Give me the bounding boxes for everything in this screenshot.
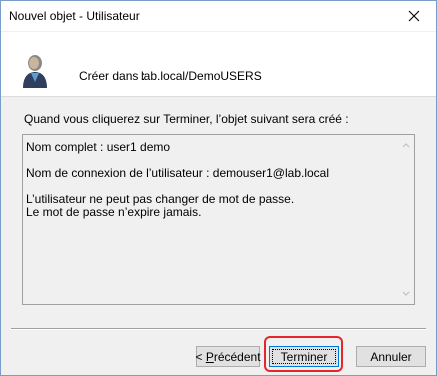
- header-panel: Créer dans : lab.local/DemoUSERS: [1, 32, 436, 96]
- header-divider: [1, 96, 436, 97]
- title-bar[interactable]: Nouvel objet - Utilisateur: [1, 1, 436, 31]
- cancel-button[interactable]: Annuler: [356, 346, 426, 367]
- create-in-label: Créer dans :: [79, 69, 146, 83]
- summary-textbox[interactable]: Nom complet : user1 demo Nom de connexio…: [22, 134, 415, 305]
- window-title: Nouvel objet - Utilisateur: [9, 9, 140, 23]
- finish-button[interactable]: Terminer: [269, 346, 339, 367]
- close-icon: [408, 10, 420, 22]
- summary-intro-text: Quand vous cliquerez sur Terminer, l’obj…: [24, 112, 349, 126]
- close-button[interactable]: [392, 1, 436, 31]
- dialog-window: Nouvel objet - Utilisateur Créer dans : …: [0, 0, 437, 376]
- summary-content: Nom complet : user1 demo Nom de connexio…: [26, 140, 330, 219]
- previous-label-rest: récédent: [213, 349, 261, 364]
- scroll-down-arrow-icon[interactable]: [402, 290, 410, 298]
- vertical-scrollbar[interactable]: [398, 135, 414, 304]
- previous-button[interactable]: < Précédent: [195, 346, 261, 367]
- focus-rectangle: [272, 349, 336, 364]
- cancel-label: Annuler: [370, 349, 412, 364]
- user-icon: [23, 55, 47, 88]
- scroll-up-arrow-icon[interactable]: [402, 141, 410, 149]
- create-in-path: lab.local/DemoUSERS: [141, 69, 262, 83]
- footer-divider-highlight: [11, 329, 426, 330]
- previous-label-mnemonic: P: [205, 349, 214, 364]
- previous-label-prefix: <: [195, 349, 206, 364]
